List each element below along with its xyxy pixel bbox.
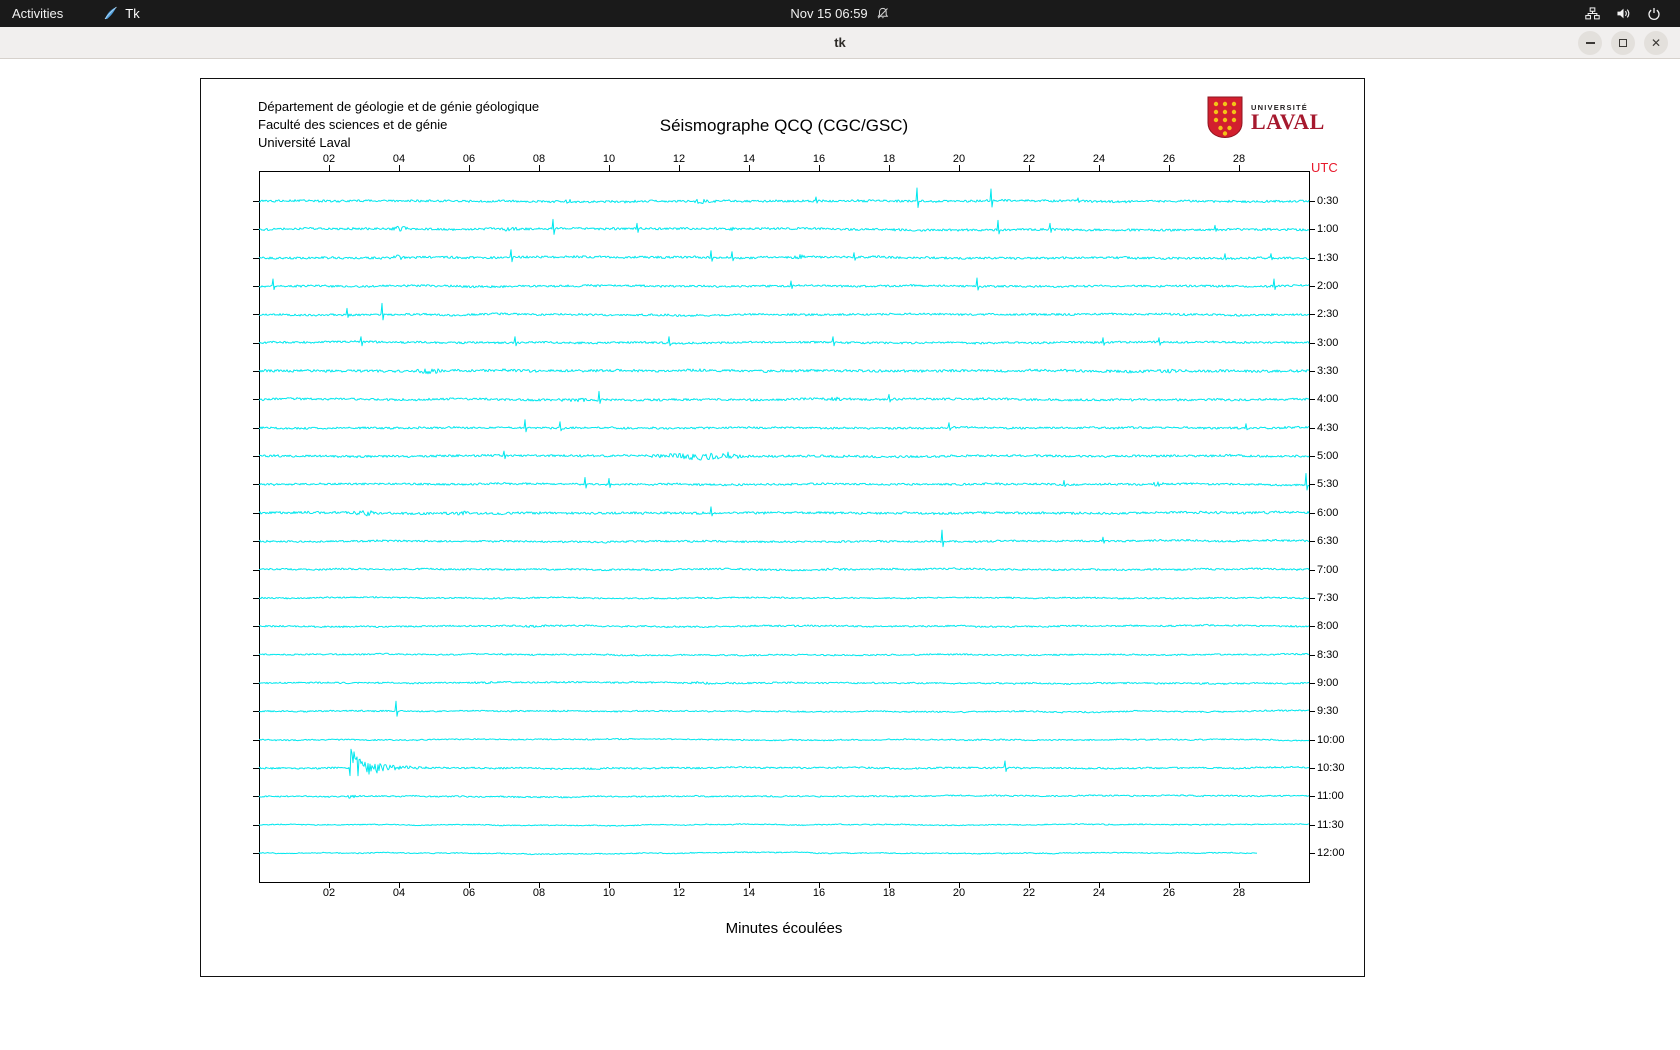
row-time-label: 4:00 xyxy=(1317,393,1339,406)
row-time-label: 12:00 xyxy=(1317,847,1345,859)
close-button[interactable]: ✕ xyxy=(1644,31,1668,55)
x-tick-label-bottom: 18 xyxy=(882,887,896,899)
x-tick-label-bottom: 24 xyxy=(1092,887,1106,899)
x-tick-label-top: 08 xyxy=(532,153,546,165)
tk-canvas-frame: Département de géologie et de génie géol… xyxy=(200,78,1366,978)
x-axis-caption: Minutes écoulées xyxy=(725,920,843,937)
row-time-label: 10:00 xyxy=(1317,733,1345,746)
x-tick-label-bottom: 08 xyxy=(532,887,546,899)
row-time-label: 3:00 xyxy=(1317,336,1339,349)
x-tick-label-top: 12 xyxy=(672,153,686,165)
row-time-label: 5:00 xyxy=(1317,450,1339,463)
x-tick-label-bottom: 10 xyxy=(602,887,616,899)
row-time-label: 11:30 xyxy=(1317,818,1344,831)
x-tick-label-top: 22 xyxy=(1022,153,1036,165)
focused-app-name: Tk xyxy=(125,6,140,21)
x-tick-label-top: 26 xyxy=(1162,153,1176,165)
row-time-label: 8:30 xyxy=(1317,648,1339,661)
notifications-muted-icon xyxy=(877,7,890,20)
clock-button[interactable]: Nov 15 06:59 xyxy=(790,0,889,27)
x-tick-label-top: 28 xyxy=(1232,153,1246,165)
x-tick-label-top: 10 xyxy=(602,153,616,165)
x-tick-label-top: 20 xyxy=(952,153,966,165)
x-tick-label-top: 02 xyxy=(322,153,336,165)
universite-laval-logo: UNIVERSITÉ LAVAL xyxy=(1206,96,1325,139)
x-tick-label-top: 04 xyxy=(392,153,406,165)
row-time-label: 2:00 xyxy=(1317,280,1339,293)
row-time-label: 1:30 xyxy=(1317,251,1339,264)
x-tick-label-bottom: 14 xyxy=(742,887,756,899)
logo-text-laval: LAVAL xyxy=(1251,109,1325,134)
row-time-label: 6:00 xyxy=(1317,506,1339,519)
clock-text: Nov 15 06:59 xyxy=(790,6,868,21)
x-tick-label-bottom: 04 xyxy=(392,887,406,899)
window-content: Département de géologie et de génie géol… xyxy=(0,59,1680,1050)
x-tick-label-top: 16 xyxy=(812,153,826,165)
row-time-label: 6:30 xyxy=(1317,535,1339,548)
x-tick-label-bottom: 06 xyxy=(462,887,476,899)
row-time-label: 3:30 xyxy=(1317,365,1339,378)
x-tick-label-top: 24 xyxy=(1092,153,1106,165)
plot-title: Séismographe QCQ (CGC/GSC) xyxy=(659,116,909,135)
seismograph-canvas xyxy=(201,79,1366,978)
row-time-label: 9:00 xyxy=(1317,676,1339,689)
tk-app-icon xyxy=(103,6,118,21)
x-tick-label-bottom: 20 xyxy=(952,887,966,899)
laval-shield-icon xyxy=(1206,96,1244,139)
x-tick-label-bottom: 12 xyxy=(672,887,686,899)
row-time-label: 10:30 xyxy=(1317,761,1345,774)
x-tick-label-top: 06 xyxy=(462,153,476,165)
network-icon[interactable] xyxy=(1580,0,1605,27)
row-time-label: 9:30 xyxy=(1317,705,1339,718)
row-time-label: 0:30 xyxy=(1317,195,1339,207)
row-time-label: 2:30 xyxy=(1317,308,1339,321)
row-time-label: 8:00 xyxy=(1317,620,1339,633)
row-time-label: 7:30 xyxy=(1317,591,1339,604)
institution-line-1: Département de géologie et de génie géol… xyxy=(258,99,540,114)
row-time-label: 5:30 xyxy=(1317,478,1339,491)
top-bar: Activities Tk Nov 15 06:59 xyxy=(0,0,1680,27)
utc-label: UTC xyxy=(1311,160,1338,175)
x-tick-label-bottom: 16 xyxy=(812,887,826,899)
x-tick-label-bottom: 22 xyxy=(1022,887,1036,899)
maximize-button[interactable] xyxy=(1611,31,1635,55)
x-tick-label-bottom: 02 xyxy=(322,887,336,899)
x-tick-label-top: 18 xyxy=(882,153,896,165)
x-tick-label-top: 14 xyxy=(742,153,756,165)
x-tick-label-bottom: 28 xyxy=(1232,887,1246,899)
x-tick-label-bottom: 26 xyxy=(1162,887,1176,899)
activities-button[interactable]: Activities xyxy=(0,0,75,27)
window-titlebar[interactable]: tk ✕ xyxy=(0,27,1680,59)
window-title: tk xyxy=(834,35,846,50)
row-time-label: 7:00 xyxy=(1317,563,1339,576)
row-time-label: 4:30 xyxy=(1317,421,1339,434)
row-time-label: 1:00 xyxy=(1317,223,1339,236)
institution-line-3: Université Laval xyxy=(258,135,351,150)
row-time-label: 11:00 xyxy=(1317,790,1344,803)
volume-icon[interactable] xyxy=(1611,0,1636,27)
power-icon[interactable] xyxy=(1642,0,1666,27)
focused-app-indicator[interactable]: Tk xyxy=(103,6,140,21)
minimize-button[interactable] xyxy=(1578,31,1602,55)
